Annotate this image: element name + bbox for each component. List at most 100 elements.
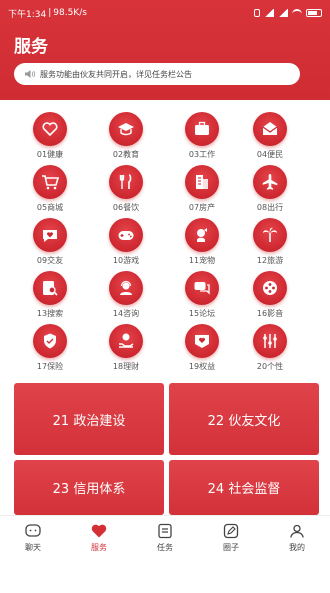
status-time: 下午1:34 — [8, 9, 47, 20]
service-item[interactable]: 19权益 — [174, 324, 230, 380]
service-item[interactable]: 20个性 — [242, 324, 298, 380]
service-label: 10游戏 — [112, 256, 140, 265]
status-separator: | — [48, 8, 52, 18]
service-label: 07房产 — [188, 203, 216, 212]
tab-label: 我的 — [289, 543, 305, 552]
tile-partner-culture[interactable]: 22 伙友文化 — [169, 383, 319, 455]
service-item[interactable]: 01健康 — [22, 112, 78, 168]
service-item[interactable]: 05商城 — [22, 165, 78, 221]
heart-icon — [33, 112, 67, 146]
pet-icon — [185, 218, 219, 252]
palm-tree-icon — [253, 218, 287, 252]
service-page: 下午1:34 | 98.5K/s 服务 服务功能由伙友共同开启，详见任务栏公告 … — [0, 0, 330, 593]
utensils-icon — [109, 165, 143, 199]
service-label: 09交友 — [36, 256, 64, 265]
service-label: 19权益 — [188, 362, 216, 371]
tile-label: 24 社会监督 — [207, 482, 281, 497]
service-label: 12旅游 — [256, 256, 284, 265]
shopping-cart-icon — [33, 165, 67, 199]
support-icon — [109, 271, 143, 305]
service-label: 16影音 — [256, 309, 284, 318]
service-item[interactable]: 12旅游 — [242, 218, 298, 274]
notice-bar[interactable]: 服务功能由伙友共同开启，详见任务栏公告 — [14, 63, 300, 85]
signal-icon — [264, 9, 274, 17]
tile-social-supervision[interactable]: 24 社会监督 — [169, 460, 319, 515]
status-speed: 98.5K/s — [53, 8, 87, 18]
search-doc-icon — [33, 271, 67, 305]
forum-icon — [185, 271, 219, 305]
film-reel-icon — [253, 271, 287, 305]
tab-label: 聊天 — [25, 543, 41, 552]
tab-circle[interactable]: 圈子 — [198, 516, 264, 559]
user-icon — [290, 524, 304, 538]
tab-tasks[interactable]: 任务 — [132, 516, 198, 559]
service-item[interactable]: 15论坛 — [174, 271, 230, 327]
shield-icon — [33, 324, 67, 358]
service-label: 18理财 — [112, 362, 140, 371]
service-item[interactable]: 08出行 — [242, 165, 298, 221]
service-label: 04便民 — [256, 150, 284, 159]
tile-credit-system[interactable]: 23 信用体系 — [14, 460, 164, 515]
briefcase-icon — [185, 112, 219, 146]
heart-badge-icon — [185, 324, 219, 358]
service-item[interactable]: 16影音 — [242, 271, 298, 327]
tab-label: 任务 — [157, 543, 173, 552]
signal-icon-2 — [278, 9, 288, 17]
service-label: 15论坛 — [188, 309, 216, 318]
envelope-icon — [253, 112, 287, 146]
tab-bar: 聊天 服务 任务 圈子 我的 — [0, 515, 330, 559]
service-label: 02教育 — [112, 150, 140, 159]
status-icons — [254, 9, 322, 17]
service-item[interactable]: 02教育 — [98, 112, 154, 168]
speaker-icon — [25, 70, 36, 78]
service-label: 17保险 — [36, 362, 64, 371]
status-bar: 下午1:34 | 98.5K/s — [8, 6, 322, 20]
bottom-safe-area — [0, 559, 330, 593]
service-item[interactable]: 17保险 — [22, 324, 78, 380]
service-item[interactable]: 11宠物 — [174, 218, 230, 274]
notice-text: 服务功能由伙友共同开启，详见任务栏公告 — [40, 69, 192, 79]
service-item[interactable]: 10游戏 — [98, 218, 154, 274]
service-label: 08出行 — [256, 203, 284, 212]
service-label: 14咨询 — [112, 309, 140, 318]
bluetooth-icon — [254, 9, 260, 17]
tab-service[interactable]: 服务 — [66, 516, 132, 559]
sliders-icon — [253, 324, 287, 358]
tile-label: 22 伙友文化 — [207, 413, 281, 429]
gamepad-icon — [109, 218, 143, 252]
service-item[interactable]: 03工作 — [174, 112, 230, 168]
building-icon — [185, 165, 219, 199]
page-title: 服务 — [14, 37, 48, 57]
graduation-cap-icon — [109, 112, 143, 146]
service-item[interactable]: 07房产 — [174, 165, 230, 221]
wifi-icon — [292, 9, 302, 17]
tab-profile[interactable]: 我的 — [264, 516, 330, 559]
chat-heart-icon — [33, 218, 67, 252]
finance-icon — [109, 324, 143, 358]
service-item[interactable]: 13搜索 — [22, 271, 78, 327]
airplane-icon — [253, 165, 287, 199]
service-item[interactable]: 04便民 — [242, 112, 298, 168]
task-list-icon — [158, 523, 172, 539]
tile-political-building[interactable]: 21 政治建设 — [14, 383, 164, 455]
pen-circle-icon — [223, 523, 239, 539]
service-item[interactable]: 09交友 — [22, 218, 78, 274]
tab-label: 服务 — [91, 543, 107, 552]
service-item[interactable]: 14咨询 — [98, 271, 154, 327]
tile-label: 23 信用体系 — [52, 482, 126, 497]
service-item[interactable]: 06餐饮 — [98, 165, 154, 221]
battery-icon — [306, 9, 322, 17]
heart-icon — [91, 524, 107, 538]
service-label: 20个性 — [256, 362, 284, 371]
tab-label: 圈子 — [223, 543, 239, 552]
tab-chat[interactable]: 聊天 — [0, 516, 66, 559]
service-label: 05商城 — [36, 203, 64, 212]
service-item[interactable]: 18理财 — [98, 324, 154, 380]
service-label: 06餐饮 — [112, 203, 140, 212]
service-label: 01健康 — [36, 150, 64, 159]
chat-face-icon — [25, 524, 41, 537]
service-label: 03工作 — [188, 150, 216, 159]
service-label: 11宠物 — [188, 256, 216, 265]
tile-label: 21 政治建设 — [52, 413, 126, 429]
header: 下午1:34 | 98.5K/s 服务 服务功能由伙友共同开启，详见任务栏公告 — [0, 0, 330, 100]
